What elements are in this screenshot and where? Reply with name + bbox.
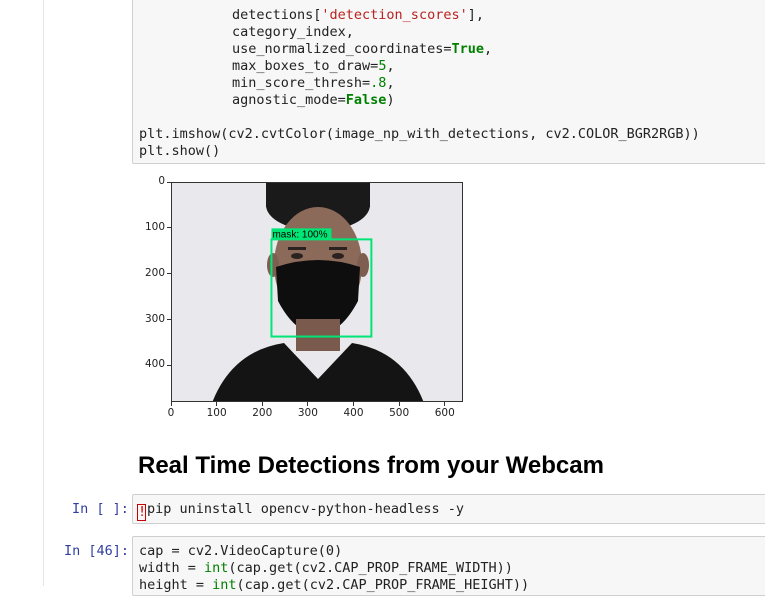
y-tick-label: 400 (144, 358, 165, 371)
cell-prompt-pip: In [ ]: (72, 501, 129, 517)
y-tick-label: 0 (158, 175, 165, 187)
code-line-4: max_boxes_to_draw=5, (232, 58, 395, 74)
x-tick-mark (307, 402, 309, 406)
pip-code-line[interactable]: !pip uninstall opencv-python-headless -y (137, 501, 464, 521)
y-tick-mark (167, 319, 171, 320)
y-tick-mark (167, 227, 171, 229)
x-tick-mark (216, 402, 218, 406)
code-cell-visualize[interactable]: detections['detection_scores'], category… (132, 0, 765, 164)
y-tick-mark (167, 364, 171, 366)
y-tick-mark (167, 181, 171, 183)
detection-bounding-box (270, 238, 373, 338)
capture-code-line-2: width = int(cap.get(cv2.CAP_PROP_FRAME_W… (139, 560, 513, 576)
code-line-2: category_index, (232, 24, 354, 40)
notebook-gutter-divider (43, 0, 44, 586)
code-line-8: plt.show() (139, 143, 221, 159)
x-tick-label: 100 (206, 407, 227, 419)
x-tick-mark (170, 402, 172, 406)
code-line-1: detections['detection_scores'], (232, 7, 484, 23)
code-line-3: use_normalized_coordinates=True, (232, 41, 493, 57)
text-cursor: ! (137, 504, 147, 521)
plot-image-area: mask: 100% (171, 182, 463, 402)
detection-label: mask: 100% (272, 229, 327, 240)
y-tick-label: 100 (144, 220, 165, 233)
code-cell-capture[interactable]: cap = cv2.VideoCapture(0) width = int(ca… (132, 536, 765, 596)
cell-prompt-capture: In [46]: (64, 543, 130, 559)
y-tick-mark (167, 273, 171, 275)
x-tick-mark (261, 402, 263, 406)
markdown-heading: Real Time Detections from your Webcam (138, 452, 604, 479)
x-tick-label: 200 (252, 407, 273, 419)
x-tick-label: 300 (297, 407, 318, 419)
code-cell-pip[interactable]: !pip uninstall opencv-python-headless -y (132, 494, 765, 524)
x-tick-label: 600 (434, 407, 455, 419)
x-tick-mark (353, 402, 354, 406)
y-tick-label: 200 (144, 266, 165, 279)
code-line-5: min_score_thresh=.8, (232, 75, 395, 91)
x-tick-label: 400 (343, 407, 364, 419)
x-tick-mark (444, 402, 446, 406)
x-tick-label: 500 (389, 407, 410, 419)
detection-overlay: mask: 100% (270, 228, 373, 338)
x-tick-label: 0 (167, 407, 175, 419)
code-line-6: agnostic_mode=False) (232, 92, 395, 108)
code-line-7: plt.imshow(cv2.cvtColor(image_np_with_de… (139, 126, 700, 142)
capture-code-line-1: cap = cv2.VideoCapture(0) (139, 543, 343, 559)
y-tick-label: 300 (144, 312, 165, 325)
x-tick-mark (398, 402, 400, 406)
